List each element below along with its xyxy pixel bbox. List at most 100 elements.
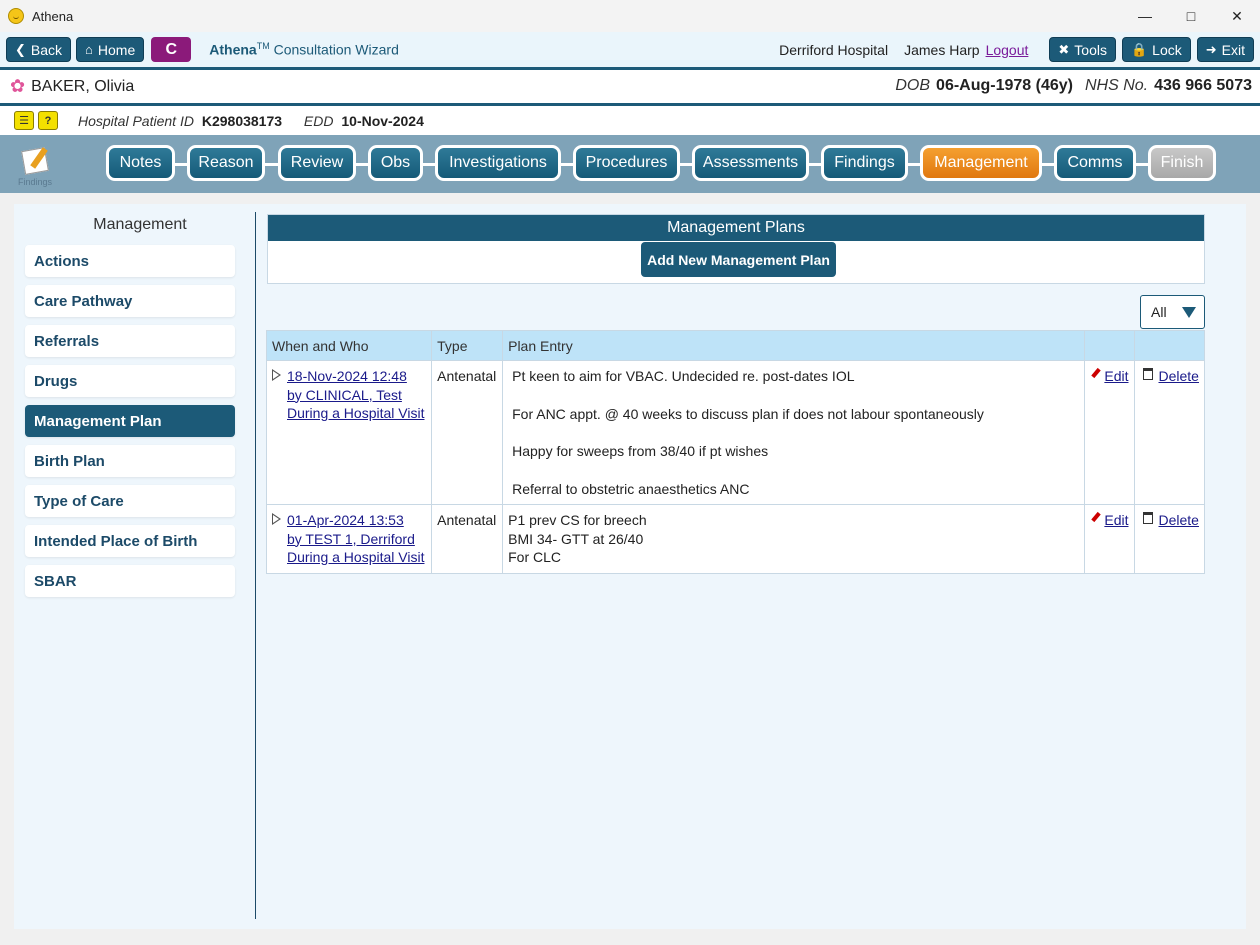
table-row: 18-Nov-2024 12:48 by CLINICAL, Test Duri… (265, 360, 1205, 505)
plan-entry: P1 prev CS for breech BMI 34- GTT at 26/… (502, 504, 1086, 574)
sidebar-item-actions[interactable]: Actions (25, 245, 235, 277)
window-controls: — □ ✕ (1122, 0, 1260, 32)
hospital-id-value: K298038173 (201, 112, 283, 129)
edit-cell: Edit (1084, 360, 1135, 505)
wizard-title: AthenaTM Consultation Wizard (209, 41, 399, 58)
plan-entry-line: Happy for sweeps from 38/40 if pt wishes (512, 443, 769, 459)
when-and-who-cell: 01-Apr-2024 13:53 by TEST 1, Derriford D… (265, 504, 433, 574)
step-reason[interactable]: Reason (187, 145, 265, 181)
plan-when-who: 18-Nov-2024 12:48 by CLINICAL, Test Duri… (287, 367, 424, 423)
trash-icon[interactable] (1142, 512, 1153, 524)
window-titlebar: Athena — □ ✕ (0, 0, 1260, 32)
patient-sub-info: Hospital Patient ID K298038173 EDD 10-No… (78, 113, 442, 129)
flower-icon: ✿ (10, 76, 26, 96)
athena-logo-icon (8, 8, 24, 24)
dob-label: DOB (895, 77, 931, 94)
management-plans-panel: Management Plans Add New Management Plan (267, 214, 1205, 284)
plan-entry-line: Referral to obstetric anaesthetics ANC (512, 480, 750, 497)
sidebar-title: Management (93, 216, 187, 233)
step-management[interactable]: Management (920, 145, 1042, 181)
alerts-list-icon[interactable]: ☰ (14, 111, 34, 130)
expand-triangle-icon[interactable] (272, 513, 281, 525)
step-findings[interactable]: Findings (821, 145, 908, 181)
step-finish[interactable]: Finish (1148, 145, 1216, 181)
delete-link[interactable]: Delete (1159, 512, 1199, 528)
user-name: James Harp (904, 41, 980, 58)
plan-datetime-link[interactable]: 18-Nov-2024 12:48 (287, 367, 424, 386)
back-button[interactable]: ❮ Back (6, 37, 72, 62)
plan-type: Antenatal (431, 504, 504, 574)
plan-when-who: 01-Apr-2024 13:53 by TEST 1, Derriford D… (287, 511, 424, 567)
edd-value: 10-Nov-2024 (341, 112, 424, 129)
add-management-plan-button[interactable]: Add New Management Plan (641, 242, 836, 277)
when-and-who-cell: 18-Nov-2024 12:48 by CLINICAL, Test Duri… (265, 360, 433, 505)
close-icon[interactable]: ✕ (1214, 0, 1260, 32)
wizard-brand: Athena (209, 41, 257, 58)
patient-identifiers: DOB 06-Aug-1978 (46y) NHS No. 436 966 5073 (895, 77, 1252, 95)
edit-link[interactable]: Edit (1104, 512, 1128, 528)
help-question-icon[interactable]: ? (38, 111, 58, 130)
patient-banner: ✿ BAKER, Olivia DOB 06-Aug-1978 (46y) NHS … (0, 70, 1260, 103)
plan-entry-line: For CLC (508, 549, 562, 565)
sidebar-item-referrals[interactable]: Referrals (25, 325, 235, 357)
pencil-icon[interactable] (1091, 511, 1102, 523)
plan-filter-value: All (1151, 304, 1167, 320)
minimize-icon[interactable]: — (1122, 0, 1168, 32)
logout-link[interactable]: Logout (986, 42, 1029, 58)
edit-cell: Edit (1084, 504, 1135, 574)
chevron-left-icon: ❮ (15, 41, 26, 57)
delete-link[interactable]: Delete (1159, 368, 1199, 384)
step-obs[interactable]: Obs (368, 145, 423, 181)
edit-link[interactable]: Edit (1104, 368, 1128, 384)
column-header-delete (1133, 330, 1205, 361)
pencil-icon[interactable] (1091, 367, 1102, 379)
nhs-label: NHS No. (1085, 77, 1149, 94)
plan-entry-line: P1 prev CS for breech (508, 512, 647, 528)
step-investigations[interactable]: Investigations (435, 145, 561, 181)
tools-button[interactable]: ✖ Tools (1049, 37, 1116, 62)
plan-entry-line: For ANC appt. @ 40 weeks to discuss plan… (512, 405, 984, 422)
exit-button[interactable]: ➜ Exit (1196, 37, 1254, 62)
step-notes[interactable]: Notes (106, 145, 175, 181)
column-header-when-and-who: When and Who (265, 330, 433, 361)
step-assessments[interactable]: Assessments (692, 145, 809, 181)
step-review[interactable]: Review (278, 145, 356, 181)
home-icon: ⌂ (85, 42, 93, 57)
plan-author-link[interactable]: by TEST 1, Derriford (287, 530, 424, 549)
sidebar-item-type-of-care[interactable]: Type of Care (25, 485, 235, 517)
plan-type: Antenatal (431, 360, 504, 505)
c-button[interactable]: C (151, 37, 192, 62)
lock-button[interactable]: 🔒 Lock (1121, 37, 1191, 62)
maximize-icon[interactable]: □ (1168, 0, 1214, 32)
lock-icon: 🔒 (1130, 41, 1148, 57)
sidebar-item-intended-place-of-birth[interactable]: Intended Place of Birth (25, 525, 235, 557)
plan-context-link[interactable]: During a Hospital Visit (287, 548, 424, 567)
delete-cell: Delete (1133, 504, 1205, 574)
home-button[interactable]: ⌂ Home (76, 37, 145, 62)
trash-icon[interactable] (1142, 368, 1153, 380)
sidebar-item-drugs[interactable]: Drugs (25, 365, 235, 397)
step-procedures[interactable]: Procedures (573, 145, 680, 181)
expand-triangle-icon[interactable] (272, 369, 281, 381)
table-header-row: When and Who Type Plan Entry (265, 330, 1205, 361)
column-header-edit (1084, 330, 1135, 361)
lock-button-label: Lock (1152, 41, 1182, 58)
sidebar-item-management-plan[interactable]: Management Plan (25, 405, 235, 437)
plan-author-link[interactable]: by CLINICAL, Test (287, 386, 424, 405)
step-comms[interactable]: Comms (1054, 145, 1136, 181)
sidebar-item-care-pathway[interactable]: Care Pathway (25, 285, 235, 317)
home-button-label: Home (97, 41, 136, 58)
delete-cell: Delete (1133, 360, 1205, 505)
top-right-area: Derriford Hospital James Harp Logout ✖ T… (779, 37, 1254, 62)
plan-datetime-link[interactable]: 01-Apr-2024 13:53 (287, 511, 424, 530)
plan-context-link[interactable]: During a Hospital Visit (287, 404, 424, 423)
column-header-type: Type (431, 330, 504, 361)
plan-filter-select[interactable]: All (1140, 295, 1205, 329)
sidebar-divider (255, 212, 256, 919)
plan-entry-line: Pt keen to aim for VBAC. Undecided re. p… (512, 368, 855, 384)
findings-notepad-icon: Findings (18, 147, 54, 187)
sidebar-item-sbar[interactable]: SBAR (25, 565, 235, 597)
dob-value: 06-Aug-1978 (46y) (936, 77, 1073, 94)
sidebar-item-birth-plan[interactable]: Birth Plan (25, 445, 235, 477)
chevron-down-icon (1182, 307, 1196, 318)
